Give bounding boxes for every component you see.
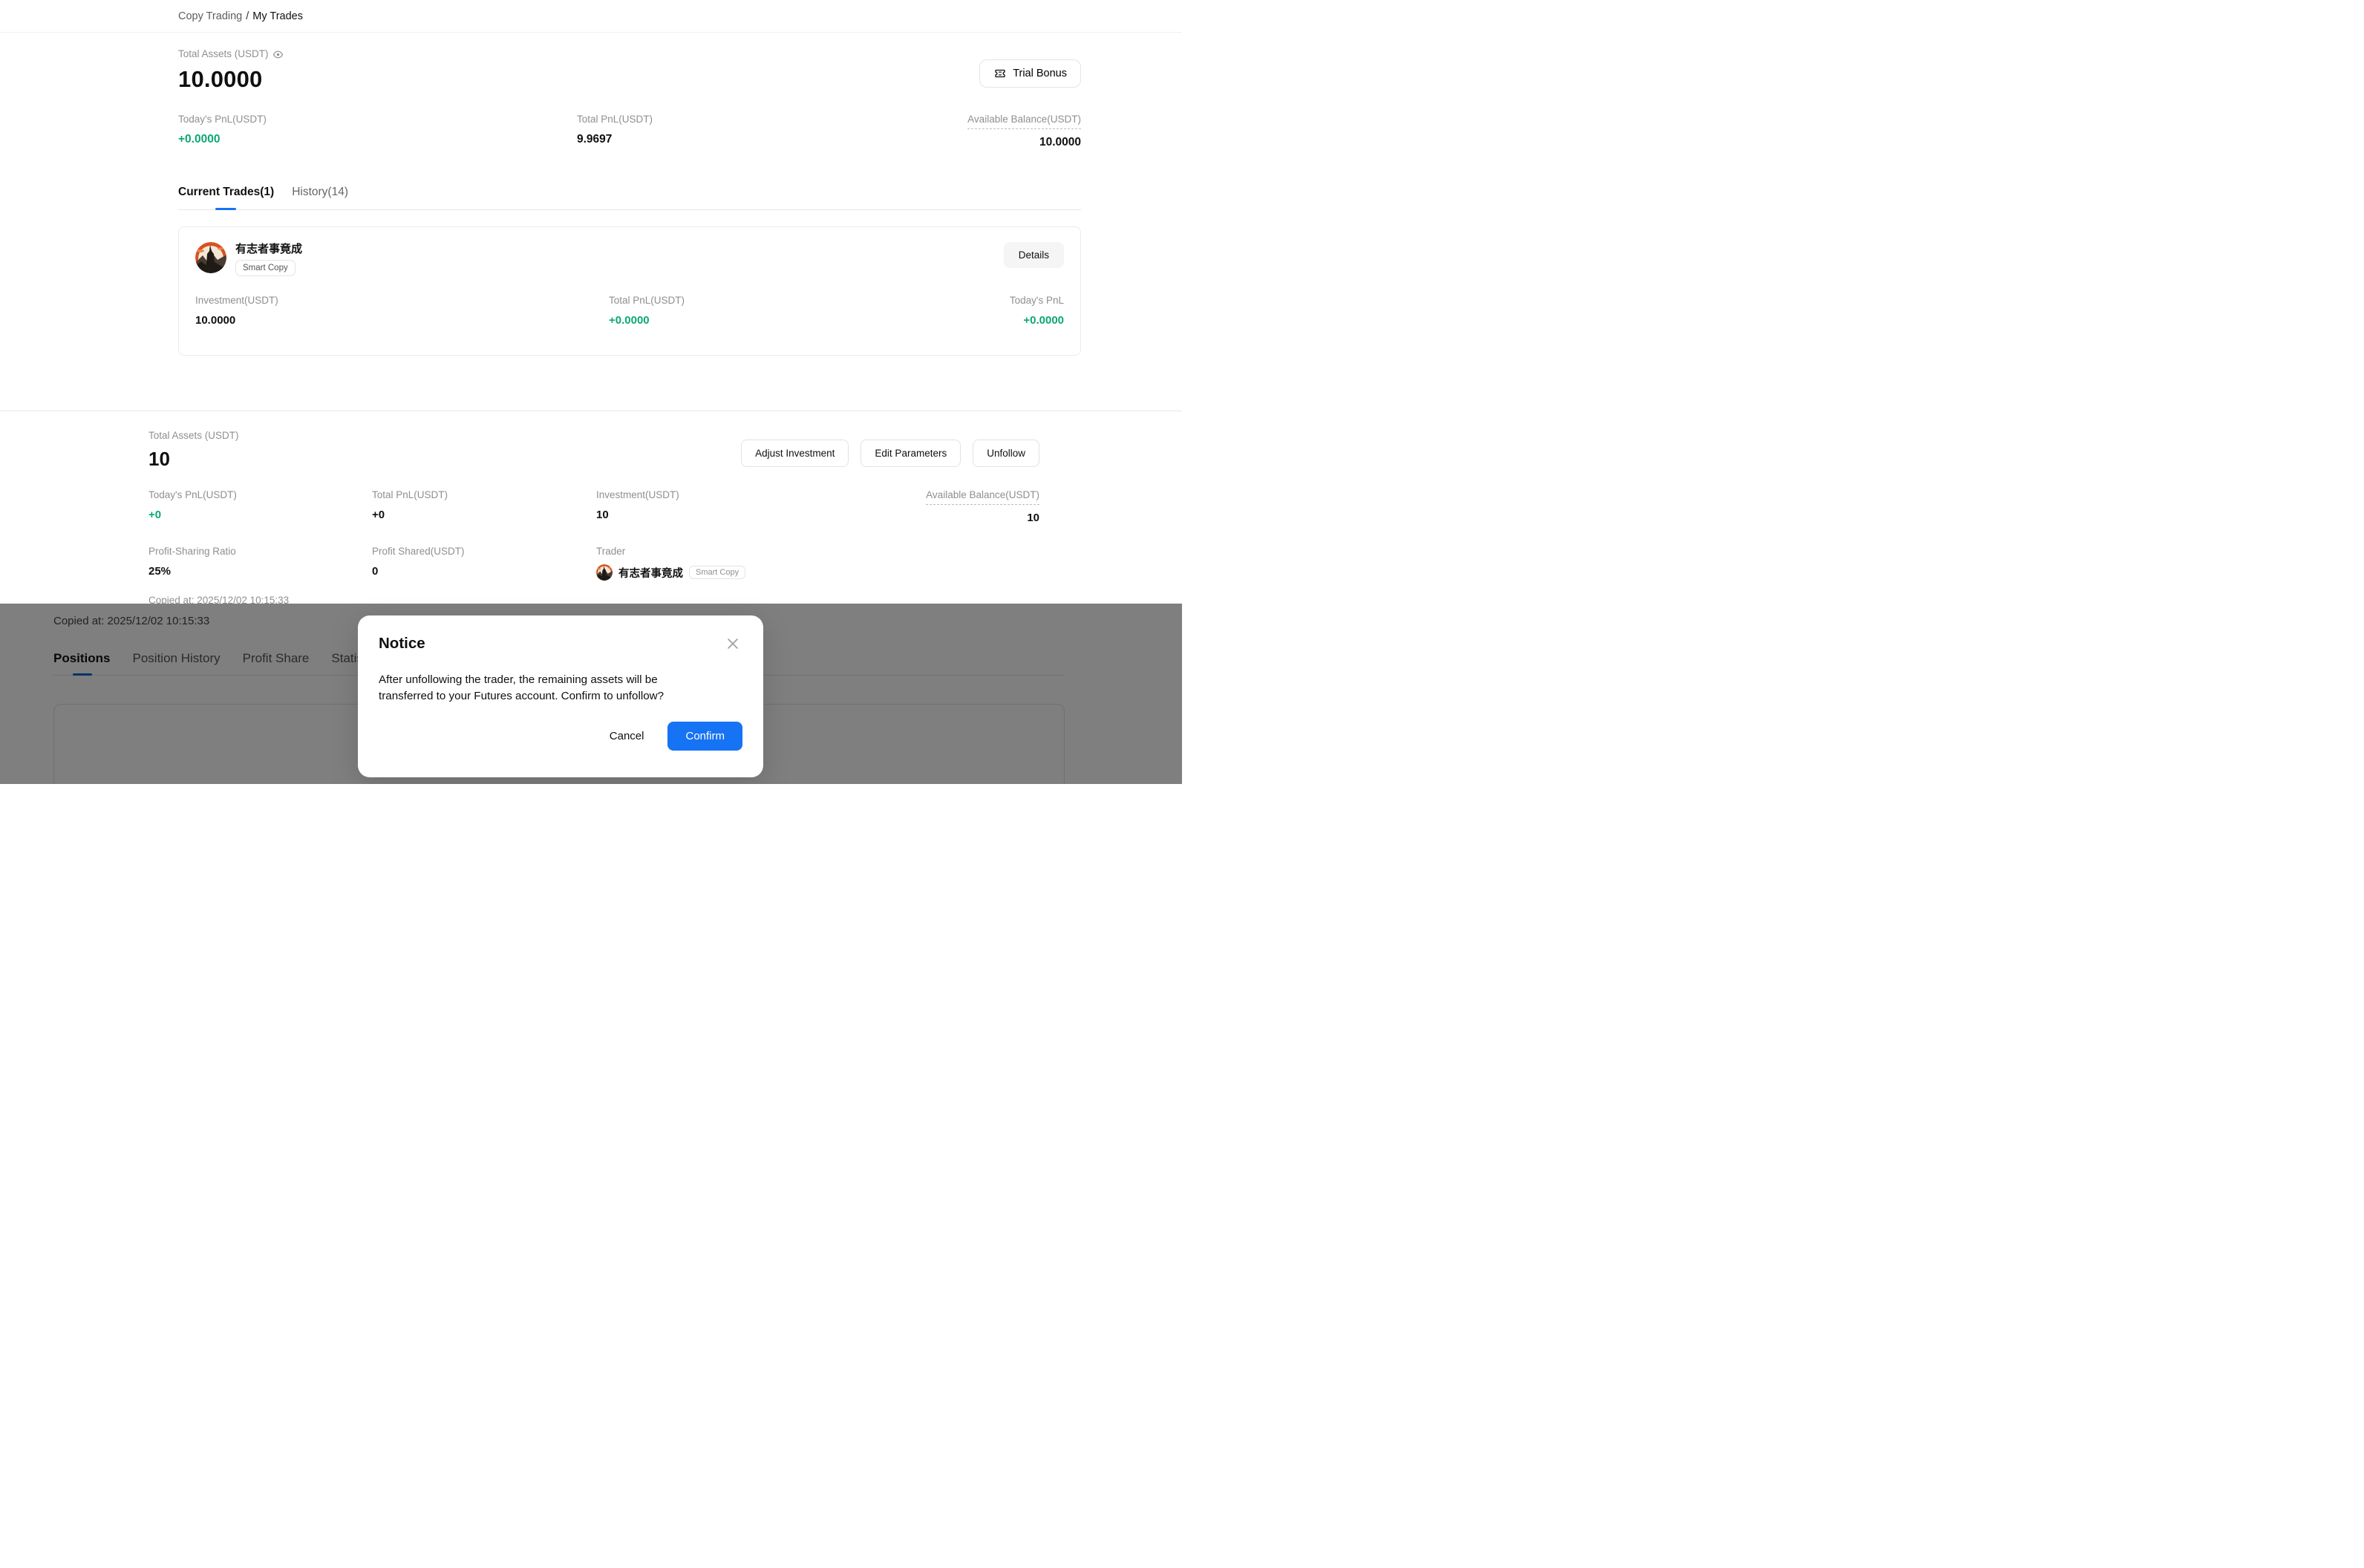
card-investment-value: 10.0000 <box>195 313 609 328</box>
profit-shared-label: Profit Shared(USDT) <box>372 545 596 558</box>
breadcrumb-my-trades: My Trades <box>252 10 303 22</box>
detail-investment-value: 10 <box>596 508 926 523</box>
card-investment-stat: Investment(USDT) 10.0000 <box>195 294 609 328</box>
card-total-pnl-stat: Total PnL(USDT) +0.0000 <box>609 294 1010 328</box>
breadcrumb-copy-trading[interactable]: Copy Trading <box>178 10 242 22</box>
detail-todays-pnl-label: Today's PnL(USDT) <box>148 489 372 502</box>
profit-sharing-ratio-value: 25% <box>148 564 372 579</box>
detail-todays-pnl-value: +0 <box>148 508 372 523</box>
followed-trader-detail: Total Assets (USDT) 10 Adjust Investment… <box>0 411 1182 607</box>
todays-pnl-stat: Today's PnL(USDT) +0.0000 <box>178 113 577 150</box>
notice-modal: Notice After unfollowing the trader, the… <box>358 615 763 777</box>
total-pnl-stat: Total PnL(USDT) 9.9697 <box>577 113 967 150</box>
edit-parameters-button[interactable]: Edit Parameters <box>861 440 961 467</box>
profit-sharing-ratio-label: Profit-Sharing Ratio <box>148 545 372 558</box>
details-button[interactable]: Details <box>1004 242 1064 268</box>
card-stats-row: Investment(USDT) 10.0000 Total PnL(USDT)… <box>195 294 1064 328</box>
card-todays-pnl-stat: Today's PnL +0.0000 <box>1010 294 1064 328</box>
profit-shared-value: 0 <box>372 564 596 579</box>
available-balance-value: 10.0000 <box>967 135 1081 150</box>
smart-copy-badge: Smart Copy <box>235 260 296 276</box>
copy-trade-card: 有志者事竟成 Smart Copy Details Investment(USD… <box>178 226 1081 356</box>
total-pnl-value: 9.9697 <box>577 132 967 147</box>
detail-investment: Investment(USDT) 10 <box>596 489 926 526</box>
card-todays-pnl-label: Today's PnL <box>1010 294 1064 307</box>
card-todays-pnl-value: +0.0000 <box>1010 313 1064 328</box>
detail-total-pnl: Total PnL(USDT) +0 <box>372 489 596 526</box>
available-balance-label[interactable]: Available Balance(USDT) <box>967 113 1081 129</box>
unfollow-button[interactable]: Unfollow <box>973 440 1039 467</box>
trial-bonus-button[interactable]: Trial Bonus <box>979 59 1081 88</box>
adjust-investment-button[interactable]: Adjust Investment <box>741 440 849 467</box>
trader-avatar <box>195 242 226 273</box>
detail-available-balance-label[interactable]: Available Balance(USDT) <box>926 489 1039 505</box>
detail-trader-name[interactable]: 有志者事竟成 <box>618 565 683 581</box>
detail-investment-label: Investment(USDT) <box>596 489 926 502</box>
my-trades-summary: Total Assets (USDT) 10.0000 Trial Bonus … <box>0 33 1182 356</box>
tab-history[interactable]: History(14) <box>292 184 348 200</box>
detail-smart-copy-badge: Smart Copy <box>689 566 745 579</box>
breadcrumb: Copy Trading / My Trades <box>0 0 1182 33</box>
detail-todays-pnl: Today's PnL(USDT) +0 <box>148 489 372 526</box>
detail-total-pnl-label: Total PnL(USDT) <box>372 489 596 502</box>
close-icon <box>725 636 741 652</box>
todays-pnl-value: +0.0000 <box>178 132 577 147</box>
confirm-button[interactable]: Confirm <box>667 722 742 751</box>
profit-sharing-ratio: Profit-Sharing Ratio 25% <box>148 545 372 581</box>
trial-bonus-label: Trial Bonus <box>1013 68 1067 79</box>
todays-pnl-label: Today's PnL(USDT) <box>178 113 577 126</box>
trader-avatar-small <box>596 564 613 581</box>
card-investment-label: Investment(USDT) <box>195 294 609 307</box>
tabs-divider <box>178 209 1081 210</box>
card-total-pnl-label: Total PnL(USDT) <box>609 294 1010 307</box>
trader-name: 有志者事竟成 <box>235 242 302 256</box>
tab-current-trades[interactable]: Current Trades(1) <box>178 184 274 200</box>
detail-available-balance-value: 10 <box>926 511 1039 526</box>
summary-stats-row: Today's PnL(USDT) +0.0000 Total PnL(USDT… <box>178 113 1081 150</box>
cancel-button[interactable]: Cancel <box>595 722 659 750</box>
trader-cell-wrap: Trader 有志者事竟成 Smart Copy <box>596 545 1039 581</box>
detail-stats-row-2: Profit-Sharing Ratio 25% Profit Shared(U… <box>148 545 1039 581</box>
total-pnl-label: Total PnL(USDT) <box>577 113 967 126</box>
total-assets-label: Total Assets (USDT) <box>178 48 269 61</box>
detail-total-pnl-value: +0 <box>372 508 596 523</box>
modal-message: After unfollowing the trader, the remain… <box>379 672 696 704</box>
detail-available-balance: Available Balance(USDT) 10 <box>926 489 1039 526</box>
breadcrumb-separator: / <box>246 10 249 22</box>
available-balance-stat: Available Balance(USDT) 10.0000 <box>967 113 1081 150</box>
total-assets-value: 10.0000 <box>178 65 1081 94</box>
active-tab-indicator <box>215 208 236 210</box>
detail-actions: Adjust Investment Edit Parameters Unfoll… <box>741 440 1039 467</box>
trader-label: Trader <box>596 545 1039 558</box>
profit-shared: Profit Shared(USDT) 0 <box>372 545 596 581</box>
ticket-icon <box>993 67 1007 80</box>
detail-stats-row-1: Today's PnL(USDT) +0 Total PnL(USDT) +0 … <box>148 489 1039 526</box>
copy-trading-page: Copy Trading / My Trades Total Assets (U… <box>0 0 1182 784</box>
trades-tabs: Current Trades(1) History(14) <box>178 184 1081 210</box>
modal-title: Notice <box>379 634 425 653</box>
card-total-pnl-value: +0.0000 <box>609 313 1010 328</box>
eye-icon[interactable] <box>272 49 284 60</box>
modal-close-button[interactable] <box>723 634 742 653</box>
